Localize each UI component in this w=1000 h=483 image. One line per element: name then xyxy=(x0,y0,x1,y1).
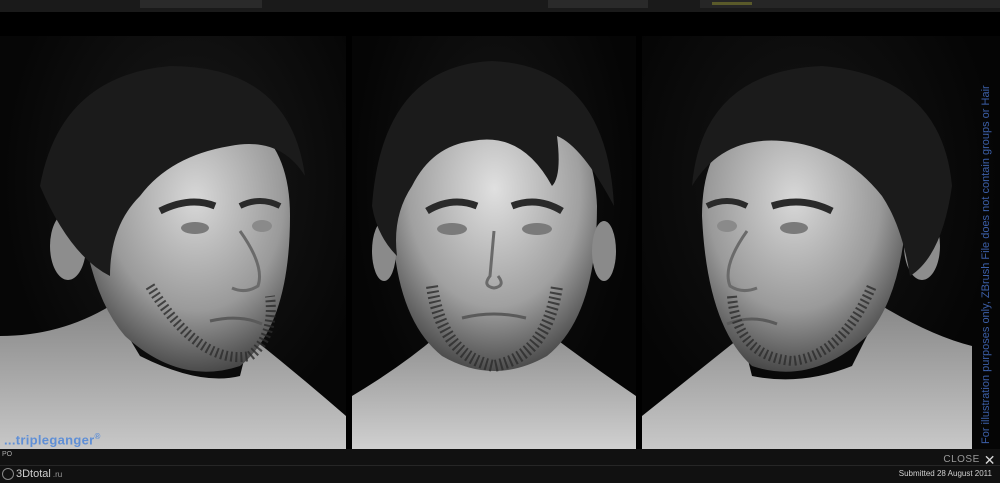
corner-label: PO xyxy=(2,451,13,458)
image-viewer: ...tripleganger® For illustration purpos… xyxy=(0,12,1000,449)
bust-view-front xyxy=(352,36,636,449)
sculpt-render xyxy=(352,61,636,449)
viewer-footer: PO 3Dtotal .ru CLOSE ✕ Submitted 28 Augus… xyxy=(0,449,1000,483)
close-label: CLOSE xyxy=(943,454,980,465)
sculpt-render xyxy=(642,66,972,449)
logo-icon xyxy=(2,468,14,480)
site-logo[interactable]: 3Dtotal .ru xyxy=(2,468,62,480)
top-tab[interactable] xyxy=(548,0,648,8)
top-tab[interactable] xyxy=(140,0,262,8)
divider xyxy=(0,465,1000,466)
sculpt-render xyxy=(0,66,346,449)
site-logo-text: 3Dtotal xyxy=(16,468,51,480)
disclaimer-note: For illustration purposes only, ZBrush F… xyxy=(980,85,992,444)
site-logo-suffix: .ru xyxy=(52,469,63,479)
tripleganger-watermark: ...tripleganger® xyxy=(4,432,101,448)
submitted-date: Submitted 28 August 2011 xyxy=(898,469,992,478)
top-tab[interactable] xyxy=(700,0,1000,8)
close-icon[interactable]: ✕ xyxy=(984,453,996,467)
bust-view-three-quarter-right xyxy=(642,36,1000,449)
bust-view-three-quarter-left xyxy=(0,36,346,449)
top-strip xyxy=(0,0,1000,12)
close-button[interactable]: CLOSE ✕ xyxy=(943,453,996,467)
